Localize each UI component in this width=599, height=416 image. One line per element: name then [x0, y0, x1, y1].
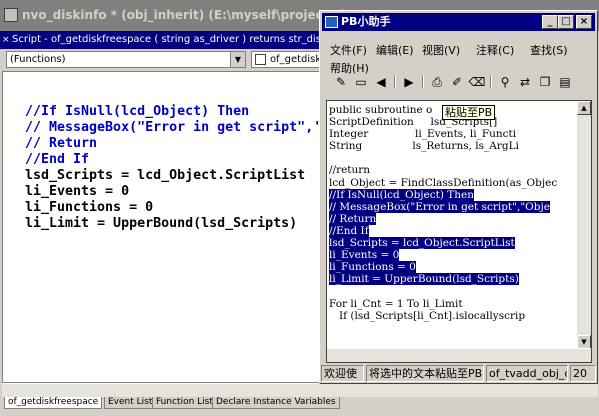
- status-pane-3: 20: [570, 365, 596, 382]
- dialog-code-text-span: public subroutine o: [329, 104, 433, 116]
- close-script-icon[interactable]: ×: [2, 36, 10, 45]
- toolbar-separator: [394, 75, 396, 89]
- dialog-code-line: lcd_Object = FindClassDefinition(as_Obje…: [327, 177, 577, 189]
- scroll-up-icon[interactable]: ▲: [577, 101, 591, 115]
- dialog-code-line: [327, 152, 577, 164]
- script-title-bar[interactable]: × Script - of_getdiskfreespace ( string …: [0, 31, 320, 49]
- paste-to-pb-tooltip: 粘贴至PB: [442, 105, 496, 120]
- status-pane-2: of_tvadd_obj_c: [486, 365, 568, 382]
- pb-helper-app-icon: [325, 16, 338, 28]
- dialog-code-text-span: // Return: [329, 212, 377, 225]
- dialog-code-line: Integer li_Events, li_Functi: [327, 128, 577, 140]
- step-back-icon[interactable]: ◀: [372, 73, 390, 91]
- horizontal-scrollbar[interactable]: [2, 383, 598, 397]
- main-title-text: nvo_diskinfo * (obj_inherit) (E:\myself\…: [22, 8, 364, 22]
- keyboard-icon[interactable]: ▭: [352, 73, 370, 91]
- functions-dropdown[interactable]: (Functions) ▼: [6, 51, 246, 68]
- maximize-button[interactable]: □: [558, 15, 574, 29]
- tab-1[interactable]: Event List: [104, 397, 157, 409]
- dialog-code-text-span: lcd_Object = FindClassDefinition(as_Obje…: [329, 176, 558, 189]
- dialog-code-line: //If IsNull(lcd_Object) Then: [327, 188, 577, 201]
- tab-3[interactable]: Declare Instance Variables: [212, 397, 340, 409]
- dialog-code-line: lsd_Scripts = lcd_Object.ScriptList: [327, 237, 577, 250]
- code-line: // Return: [25, 136, 98, 151]
- dialog-code-line: // MessageBox("Error in get script","Obj…: [327, 200, 577, 213]
- dialog-horizontal-scrollbar[interactable]: [327, 348, 591, 362]
- dialog-code-line: li_Events = 0: [327, 249, 577, 262]
- dialog-code-area[interactable]: public subroutine o ScriptDefinition lsd_…: [326, 100, 592, 363]
- script-icon: [255, 54, 266, 65]
- wand-icon[interactable]: ✎: [332, 73, 350, 91]
- dialog-code-line: li_Limit = UpperBound(lsd_Scripts): [327, 273, 577, 286]
- menu-item-2[interactable]: 视图(V): [422, 43, 460, 59]
- dialog-code-text-span: //If IsNull(lcd_Object) Then: [329, 188, 475, 201]
- paste-icon[interactable]: ▤: [556, 73, 574, 91]
- dialog-code-text-span: String ls_Returns, ls_ArgLi: [329, 140, 519, 153]
- dialog-code-text-span: li_Limit = UpperBound(lsd_Scripts): [329, 273, 519, 286]
- menu-item-1[interactable]: 编辑(E): [376, 43, 414, 59]
- bottom-tab-strip: of_getdiskfreespace Event List Function Li…: [2, 397, 598, 410]
- menu-item-3[interactable]: 注释(C): [476, 43, 514, 59]
- pb-helper-dialog: PB小助手 _ □ × 文件(F) 编辑(E) 视图(V) 注释(C) 查找(S) 帮助(…: [319, 10, 598, 384]
- toolbar-separator: [490, 75, 492, 89]
- status-pane-1: 将选中的文本粘贴至PB: [366, 365, 484, 382]
- code-line: // MessageBox("Error in get script",': [25, 120, 322, 135]
- find-replace-icon[interactable]: ⇄: [516, 73, 534, 91]
- status-pane-0: 欢迎使: [321, 365, 364, 382]
- code-line: li_Events = 0: [25, 184, 130, 199]
- dialog-code-text-span: //End If: [329, 224, 369, 237]
- menu-item-4[interactable]: 查找(S): [530, 43, 568, 59]
- functions-value: (Functions): [10, 54, 66, 65]
- play-stop-icon[interactable]: ▶: [400, 73, 418, 91]
- code-line: li_Limit = UpperBound(lsd_Scripts): [25, 216, 298, 231]
- dialog-code-line: //End If: [327, 224, 577, 237]
- dialog-code-text-span: li_Functions = 0: [329, 261, 416, 274]
- minimize-button[interactable]: _: [542, 15, 558, 29]
- dialog-code-text-span: Integer li_Events, li_Functi: [329, 128, 517, 141]
- find-icon[interactable]: ⚲: [496, 73, 514, 91]
- dialog-code-text-span: lsd_Scripts = lcd_Object.ScriptList: [329, 237, 515, 250]
- dialog-code-line: li_Functions = 0: [327, 261, 577, 274]
- dialog-code-line: For li_Cnt = 1 To li_Limit: [327, 298, 577, 310]
- dialog-code-line: If (lsd_Scripts[li_Cnt].islocallyscrip: [327, 310, 577, 322]
- comment-icon[interactable]: ✐: [448, 73, 466, 91]
- tab-0[interactable]: of_getdiskfreespace: [4, 397, 103, 409]
- toolbar-separator: [422, 75, 424, 89]
- dialog-code-text[interactable]: public subroutine o ScriptDefinition lsd_…: [327, 101, 577, 349]
- dialog-code-text-span: li_Events = 0: [329, 249, 400, 262]
- dialog-code-text-span: //return: [329, 164, 371, 177]
- dialog-code-text-span: If (lsd_Scripts[li_Cnt].islocallyscrip: [329, 309, 526, 322]
- tab-2[interactable]: Function List: [152, 397, 217, 409]
- script-title-text: Script - of_getdiskfreespace ( string as…: [12, 34, 320, 45]
- erase-icon[interactable]: ⌫: [468, 73, 486, 91]
- dialog-code-line: [327, 285, 577, 297]
- code-line: lsd_Scripts = lcd_Object.ScriptList: [25, 168, 306, 183]
- dialog-code-text-span: // MessageBox("Error in get script","Obj…: [329, 200, 550, 213]
- close-button[interactable]: ×: [576, 15, 592, 29]
- dialog-title-bar[interactable]: PB小助手 _ □ ×: [322, 13, 595, 31]
- copy-icon[interactable]: ❐: [536, 73, 554, 91]
- dialog-status-bar: 欢迎使 将选中的文本粘贴至PB of_tvadd_obj_c 20: [321, 365, 598, 382]
- dialog-title-text: PB小助手: [341, 15, 391, 28]
- menu-item-0[interactable]: 文件(F): [330, 43, 367, 59]
- print-icon[interactable]: ⎙: [428, 73, 446, 91]
- dialog-code-text-span: For li_Cnt = 1 To li_Limit: [329, 297, 463, 310]
- code-line: //If IsNull(lcd_Object) Then: [25, 104, 250, 119]
- dialog-menu-bar: 文件(F) 编辑(E) 视图(V) 注释(C) 查找(S) 帮助(H): [324, 33, 594, 75]
- event-dropdown[interactable]: of_getdiskfrees: [251, 51, 323, 68]
- dialog-code-line: String ls_Returns, ls_ArgLi: [327, 140, 577, 152]
- scroll-down-icon[interactable]: ▼: [577, 335, 591, 349]
- script-editor[interactable]: //If IsNull(lcd_Object) Then// MessageBo…: [2, 71, 322, 383]
- chevron-down-icon[interactable]: ▼: [230, 52, 245, 67]
- dialog-code-line: // Return: [327, 212, 577, 225]
- code-line: li_Functions = 0: [25, 200, 154, 215]
- code-line: //End If: [25, 152, 90, 167]
- app-icon: [4, 8, 18, 22]
- dialog-toolbar: ✎ ▭ ◀ ▶ ⎙ ✐ ⌫ ⚲ ⇄ ❐ ▤: [324, 73, 594, 93]
- dialog-code-line: //return: [327, 164, 577, 176]
- event-value: of_getdiskfrees: [270, 54, 323, 65]
- dialog-vertical-scrollbar[interactable]: ▲ ▼: [576, 101, 591, 349]
